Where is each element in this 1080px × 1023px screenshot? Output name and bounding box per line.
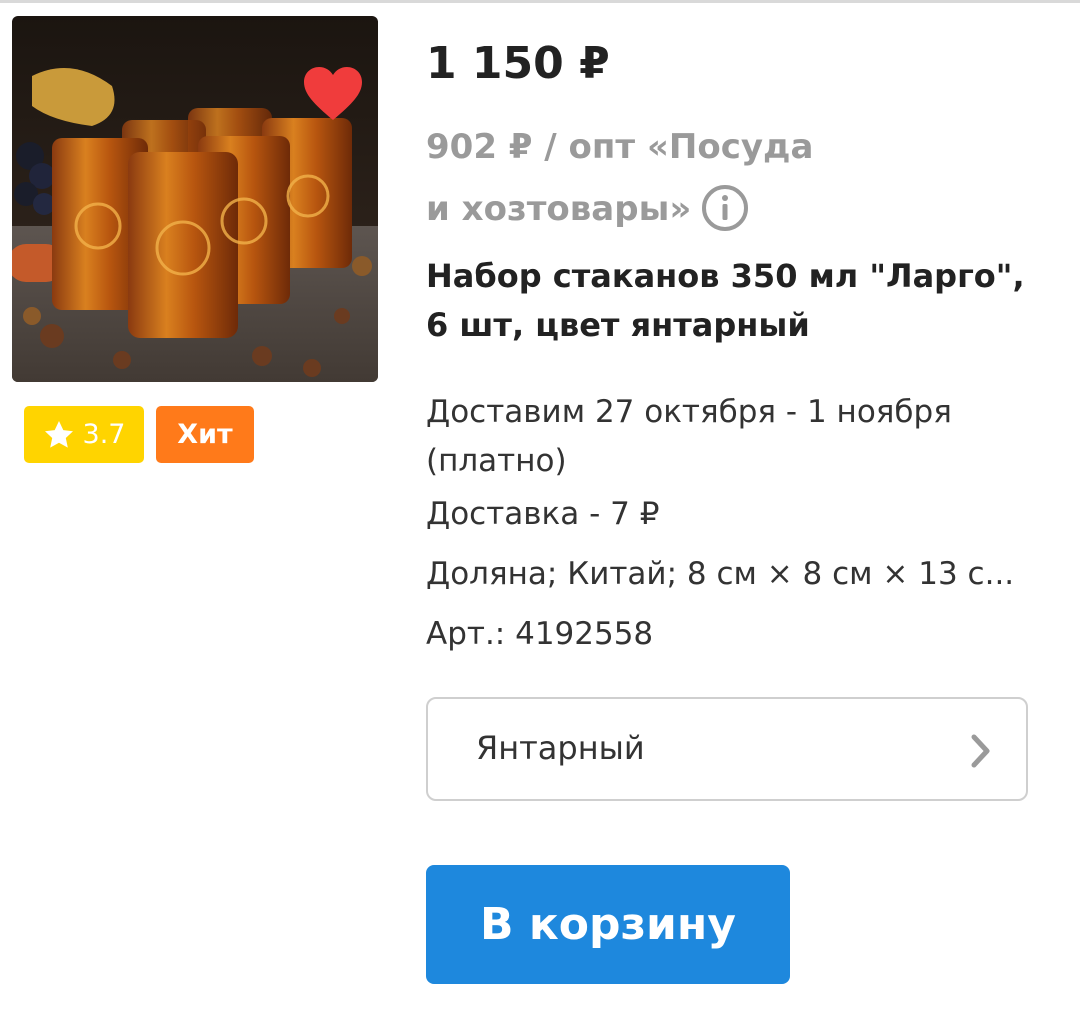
article-number: Арт.: 4192558 <box>426 616 654 652</box>
product-price: 1 150 ₽ <box>426 38 610 89</box>
star-icon <box>44 420 73 448</box>
rating-value: 3.7 <box>82 419 126 450</box>
wholesale-price-text: 902 ₽ / опт «Посуда и хозтовары» <box>426 127 814 229</box>
product-image[interactable] <box>12 16 378 382</box>
delivery-cost: Доставка - 7 ₽ <box>426 496 660 532</box>
info-icon[interactable] <box>701 184 749 232</box>
delivery-dates: Доставим 27 октября - 1 ноября (платно) <box>426 394 952 479</box>
wholesale-price: 902 ₽ / опт «Посуда и хозтовары» <box>426 116 846 240</box>
product-title[interactable]: Набор стаканов 350 мл "Ларго", 6 шт, цве… <box>426 252 1046 350</box>
product-specs: Доляна; Китай; 8 см × 8 см × 13 с... <box>426 556 1015 592</box>
chevron-right-icon <box>971 734 990 768</box>
variant-selector[interactable]: Янтарный <box>426 697 1028 801</box>
add-to-cart-button[interactable]: В корзину <box>426 865 790 984</box>
top-divider <box>0 0 1080 3</box>
hit-badge: Хит <box>156 406 254 463</box>
rating-badge: 3.7 <box>24 406 144 463</box>
heart-icon[interactable] <box>302 66 364 122</box>
variant-value: Янтарный <box>476 729 645 767</box>
